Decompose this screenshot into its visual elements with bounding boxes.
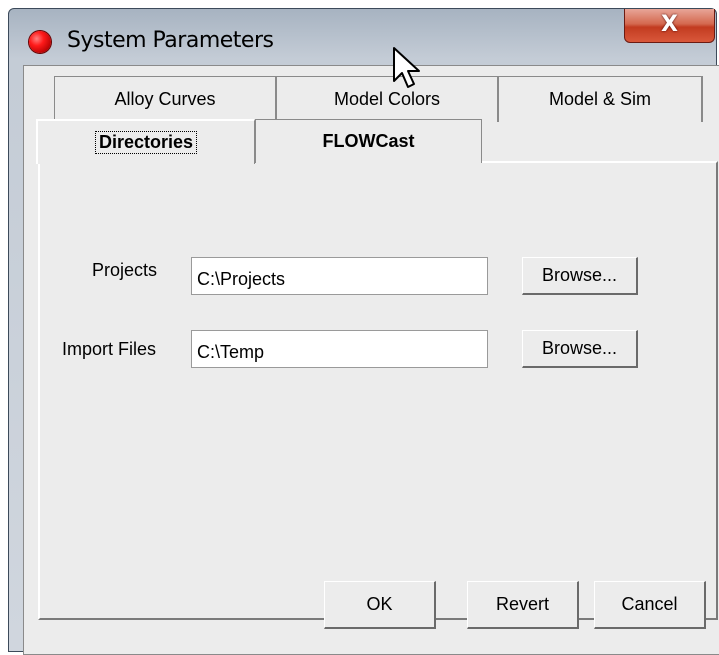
window-title: System Parameters	[67, 28, 274, 53]
tab-alloy-curves[interactable]: Alloy Curves	[54, 76, 276, 122]
import-files-browse-button[interactable]: Browse...	[522, 330, 638, 368]
close-button[interactable]: X	[624, 9, 715, 43]
tab-directories[interactable]: Directories	[36, 119, 255, 164]
tab-label: Model & Sim	[548, 89, 652, 109]
projects-browse-button[interactable]: Browse...	[522, 257, 638, 295]
tab-model-and-sim[interactable]: Model & Sim	[498, 76, 703, 122]
tab-model-colors[interactable]: Model Colors	[276, 76, 498, 122]
directories-panel: Projects Browse... Import Files Browse..…	[38, 161, 718, 620]
revert-button[interactable]: Revert	[467, 581, 579, 629]
tab-label: FLOWCast	[322, 131, 415, 151]
close-icon: X	[661, 12, 678, 37]
dialog-client-area: Alloy Curves Model Colors Model & Sim Pr…	[23, 65, 719, 655]
title-bar[interactable]: System Parameters X	[9, 9, 716, 65]
projects-path-input[interactable]	[191, 257, 488, 295]
tab-label: Alloy Curves	[114, 89, 216, 109]
cancel-button[interactable]: Cancel	[594, 581, 706, 629]
app-red-dot-icon	[29, 31, 51, 53]
import-files-path-input[interactable]	[191, 330, 488, 368]
import-files-label: Import Files	[62, 339, 157, 359]
tab-label: Directories	[94, 131, 198, 154]
system-parameters-window: System Parameters X Alloy Curves Model C…	[8, 8, 719, 655]
projects-label: Projects	[92, 260, 158, 280]
mouse-cursor-icon	[393, 47, 420, 88]
tab-flowcast[interactable]: FLOWCast	[255, 119, 482, 163]
ok-button[interactable]: OK	[324, 581, 436, 629]
